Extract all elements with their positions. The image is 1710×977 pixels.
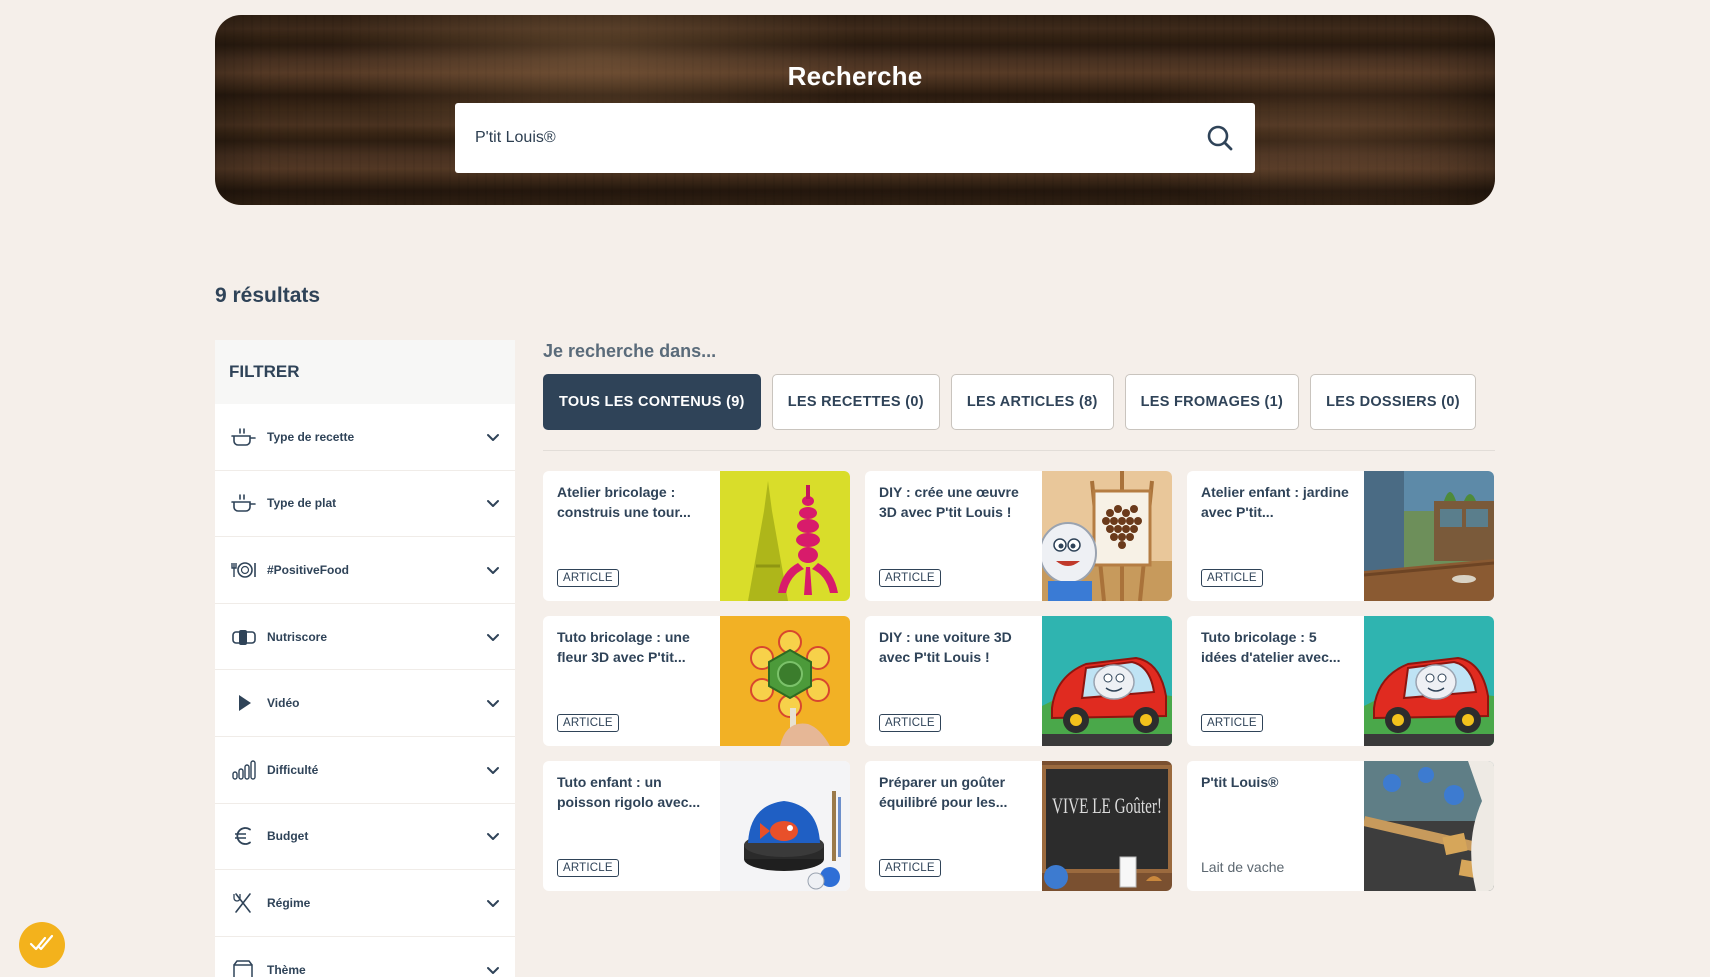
chalkboard-text: VIVE LE Goûter! (1052, 793, 1162, 818)
content-tabs: TOUS LES CONTENUS (9) LES RECETTES (0) L… (543, 374, 1476, 430)
cookie-consent-button[interactable] (19, 922, 65, 968)
card-title: Préparer un goûter équilibré pour les... (879, 774, 1008, 810)
filter-difficulte[interactable]: Difficulté (215, 737, 515, 804)
result-card[interactable]: Préparer un goûter équilibré pour les...… (865, 761, 1172, 891)
filter-type-de-plat[interactable]: Type de plat (215, 471, 515, 538)
result-card[interactable]: P'tit Louis® Lait de vache (1187, 761, 1494, 891)
card-image (1042, 471, 1172, 601)
chevron-down-icon[interactable] (485, 429, 501, 445)
filter-video[interactable]: Vidéo (215, 670, 515, 737)
filter-nutriscore[interactable]: Nutriscore (215, 604, 515, 671)
chevron-down-icon[interactable] (485, 895, 501, 911)
card-image (1364, 616, 1494, 746)
article-badge: ARTICLE (879, 569, 941, 587)
divider (543, 450, 1495, 451)
card-title: Tuto bricolage : une fleur 3D avec P'tit… (557, 629, 690, 665)
theme-icon (231, 959, 257, 977)
filter-label: Difficulté (267, 762, 319, 777)
chevron-down-icon[interactable] (485, 629, 501, 645)
card-title: DIY : crée une œuvre 3D avec P'tit Louis… (879, 484, 1019, 520)
euro-icon (231, 825, 257, 847)
plate-icon (231, 559, 257, 581)
result-card[interactable]: Tuto bricolage : 5 idées d'atelier avec.… (1187, 616, 1494, 746)
card-image: VIVE LE Goûter! (1042, 761, 1172, 891)
search-icon[interactable] (1205, 123, 1235, 153)
card-image (1364, 761, 1494, 891)
play-icon (231, 692, 257, 714)
card-image (1042, 616, 1172, 746)
tab-dossiers[interactable]: LES DOSSIERS (0) (1310, 374, 1476, 430)
article-badge: ARTICLE (879, 714, 941, 732)
card-title: Atelier enfant : jardine avec P'tit... (1201, 484, 1349, 520)
page-title: Recherche (787, 61, 923, 91)
article-badge: ARTICLE (557, 569, 619, 587)
card-title: DIY : une voiture 3D avec P'tit Louis ! (879, 629, 1012, 665)
tab-recipes[interactable]: LES RECETTES (0) (771, 374, 940, 430)
filter-label: Thème (267, 962, 306, 977)
filter-title: FILTRER (215, 340, 515, 404)
filter-budget[interactable]: Budget (215, 804, 515, 871)
article-badge: ARTICLE (1201, 714, 1263, 732)
filter-label: Régime (267, 895, 311, 910)
article-badge: ARTICLE (879, 859, 941, 877)
result-card[interactable]: DIY : crée une œuvre 3D avec P'tit Louis… (865, 471, 1172, 601)
search-input[interactable] (475, 129, 1205, 147)
article-badge: ARTICLE (557, 714, 619, 732)
card-image (720, 761, 850, 891)
card-image (1364, 471, 1494, 601)
card-title: P'tit Louis® (1201, 774, 1279, 790)
tab-cheeses[interactable]: LES FROMAGES (1) (1124, 374, 1300, 430)
filter-type-de-recette[interactable]: Type de recette (215, 404, 515, 471)
chevron-down-icon[interactable] (485, 562, 501, 578)
filter-label: Budget (267, 829, 309, 844)
chevron-down-icon[interactable] (485, 695, 501, 711)
result-card[interactable]: Atelier enfant : jardine avec P'tit... A… (1187, 471, 1494, 601)
search-box (455, 103, 1255, 173)
result-card[interactable]: Tuto enfant : un poisson rigolo avec... … (543, 761, 850, 891)
result-card[interactable]: DIY : une voiture 3D avec P'tit Louis ! … (865, 616, 1172, 746)
search-hero: Recherche (215, 15, 1495, 205)
double-check-icon (28, 929, 56, 962)
cutlery-icon (231, 892, 257, 914)
result-card[interactable]: Atelier bricolage : construis une tour..… (543, 471, 850, 601)
tab-all-contents[interactable]: TOUS LES CONTENUS (9) (543, 374, 761, 430)
card-title: Tuto bricolage : 5 idées d'atelier avec.… (1201, 629, 1341, 665)
filter-label: Type de recette (267, 429, 355, 444)
card-subtitle: Lait de vache (1201, 859, 1285, 875)
filter-sidebar: FILTRER Type de recette Type de plat #Po… (215, 340, 515, 977)
filter-label: Type de plat (267, 496, 337, 511)
article-badge: ARTICLE (557, 859, 619, 877)
result-card[interactable]: Tuto bricolage : une fleur 3D avec P'tit… (543, 616, 850, 746)
cooking-pot-icon (231, 492, 257, 514)
article-badge: ARTICLE (1201, 569, 1263, 587)
filter-regime[interactable]: Régime (215, 870, 515, 937)
chevron-down-icon[interactable] (485, 828, 501, 844)
card-title: Tuto enfant : un poisson rigolo avec... (557, 774, 701, 810)
card-image (720, 616, 850, 746)
nutriscore-icon (231, 626, 257, 648)
filter-theme[interactable]: Thème (215, 937, 515, 977)
results-grid: Atelier bricolage : construis une tour..… (543, 471, 1494, 891)
difficulty-bars-icon (231, 759, 257, 781)
chevron-down-icon[interactable] (485, 762, 501, 778)
filter-label: Vidéo (267, 696, 300, 711)
cooking-pot-icon (231, 426, 257, 448)
card-image (720, 471, 850, 601)
results-count: 9 résultats (215, 284, 321, 307)
chevron-down-icon[interactable] (485, 495, 501, 511)
tab-articles[interactable]: LES ARTICLES (8) (950, 374, 1114, 430)
filter-positivefood[interactable]: #PositiveFood (215, 537, 515, 604)
filter-label: #PositiveFood (267, 562, 350, 577)
filter-label: Nutriscore (267, 629, 328, 644)
search-in-label: Je recherche dans... (543, 341, 717, 361)
card-title: Atelier bricolage : construis une tour..… (557, 484, 691, 520)
chevron-down-icon[interactable] (485, 962, 501, 977)
